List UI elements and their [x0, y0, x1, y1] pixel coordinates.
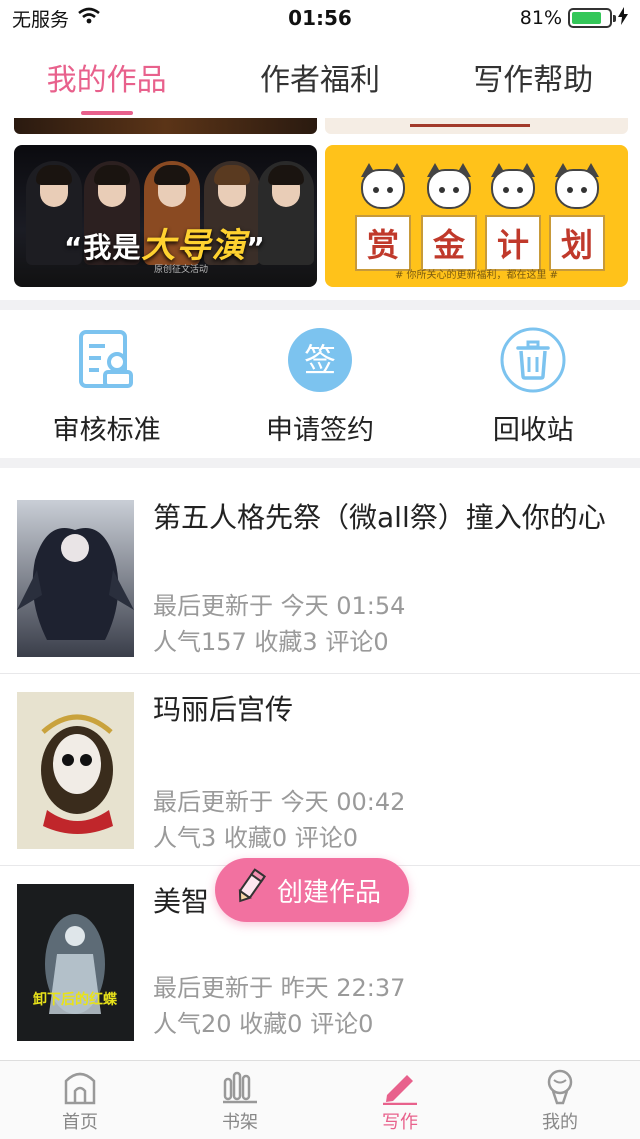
nav-home-label: 首页	[62, 1112, 98, 1133]
top-tabs: 我的作品 作者福利 写作帮助	[0, 36, 640, 118]
review-standard-button[interactable]: 审核标准	[17, 326, 197, 447]
work-stats: 人气3 收藏0 评论0	[153, 824, 359, 852]
nav-home[interactable]: 首页	[20, 1066, 140, 1134]
banner-director-contest[interactable]: “我是大导演” 原创征文活动	[14, 145, 317, 287]
pencil-icon	[233, 867, 267, 913]
tab-my-works[interactable]: 我的作品	[31, 45, 183, 109]
reward-char: 赏	[355, 215, 411, 271]
recycle-bin-button[interactable]: 回收站	[443, 326, 623, 447]
work-stats: 人气20 收藏0 评论0	[153, 1010, 374, 1038]
works-list: 第五人格先祭（微all祭）撞入你的心 最后更新于 今天 01:54 人气157 …	[0, 470, 640, 1058]
nav-profile-label: 我的	[542, 1112, 578, 1133]
battery-fill	[572, 12, 602, 24]
work-stats: 人气157 收藏3 评论0	[153, 628, 389, 656]
work-item[interactable]: 第五人格先祭（微all祭）撞入你的心 最后更新于 今天 01:54 人气157 …	[0, 470, 640, 674]
banner-footer: # 你所关心的更新福利，都在这里 #	[394, 270, 559, 281]
work-cover: 卸下后的红蝶	[17, 884, 134, 1041]
nav-profile[interactable]: 我的	[500, 1066, 620, 1134]
review-standard-label: 审核标准	[52, 414, 161, 446]
nav-bookshelf[interactable]: 书架	[180, 1066, 300, 1134]
profile-icon	[540, 1066, 580, 1106]
work-updated: 最后更新于 今天 00:42	[153, 788, 406, 816]
home-icon	[60, 1066, 100, 1106]
work-updated: 最后更新于 昨天 22:37	[153, 974, 406, 1002]
nav-write[interactable]: 写作	[340, 1066, 460, 1134]
nav-write-label: 写作	[382, 1112, 418, 1133]
cat-illustration	[357, 159, 409, 217]
work-title: 第五人格先祭（微all祭）撞入你的心	[153, 501, 606, 534]
tab-author-benefits[interactable]: 作者福利	[244, 45, 396, 109]
banner-title: “我是大导演”	[64, 226, 266, 266]
battery-icon	[568, 8, 616, 28]
bottom-nav: 首页 书架 写作 我的	[0, 1060, 640, 1139]
section-divider	[0, 300, 640, 310]
status-bar: 无服务 01:56 81%	[0, 0, 640, 36]
nav-bookshelf-label: 书架	[222, 1112, 258, 1133]
cat-illustration	[551, 159, 603, 217]
work-cover-text: 卸下后的红蝶	[33, 991, 118, 1008]
sign-contract-icon: 签	[286, 326, 354, 394]
cat-illustration	[487, 159, 539, 217]
create-work-label: 创建作品	[277, 877, 382, 908]
banners: “我是大导演” 原创征文活动 赏 金 计 划 # 你所关心的更新福利，都在这里 …	[0, 145, 640, 287]
trash-icon	[499, 326, 567, 394]
reward-char: 划	[549, 215, 605, 271]
banner-scrolled-right[interactable]	[325, 118, 628, 134]
bookshelf-icon	[220, 1066, 260, 1106]
cat-illustration	[423, 159, 475, 217]
sign-contract-label: 申请签约	[265, 414, 374, 446]
banner-scrolled-left[interactable]	[14, 118, 317, 134]
banner-reward-plan[interactable]: 赏 金 计 划 # 你所关心的更新福利，都在这里 #	[325, 145, 628, 287]
sign-contract-icon-char: 签	[304, 341, 336, 379]
sign-contract-button[interactable]: 签 申请签约	[230, 326, 410, 447]
status-left: 无服务	[12, 5, 101, 32]
tab-writing-help[interactable]: 写作帮助	[457, 45, 609, 109]
work-item[interactable]: 玛丽后宫传 最后更新于 今天 00:42 人气3 收藏0 评论0	[0, 674, 640, 866]
wifi-icon	[77, 7, 101, 30]
status-right: 81%	[519, 6, 628, 30]
quick-actions: 审核标准 签 申请签约 回收站	[0, 312, 640, 460]
review-standard-icon	[73, 326, 141, 394]
section-divider	[0, 458, 640, 468]
recycle-bin-label: 回收站	[492, 414, 574, 446]
banner-person	[258, 161, 314, 265]
battery-percent: 81%	[519, 7, 562, 29]
work-cover	[17, 692, 134, 849]
reward-char: 金	[421, 215, 477, 271]
charging-icon	[618, 6, 628, 30]
carrier-label: 无服务	[12, 8, 70, 31]
banner-strip-scrolled	[0, 118, 640, 136]
reward-char: 计	[485, 215, 541, 271]
work-title: 玛丽后宫传	[153, 693, 294, 726]
pencil-icon	[380, 1066, 420, 1106]
banner-subtitle: 原创征文活动	[154, 265, 209, 275]
create-work-button[interactable]: 创建作品	[215, 858, 409, 922]
work-cover	[17, 500, 134, 657]
work-updated: 最后更新于 今天 01:54	[153, 592, 406, 620]
